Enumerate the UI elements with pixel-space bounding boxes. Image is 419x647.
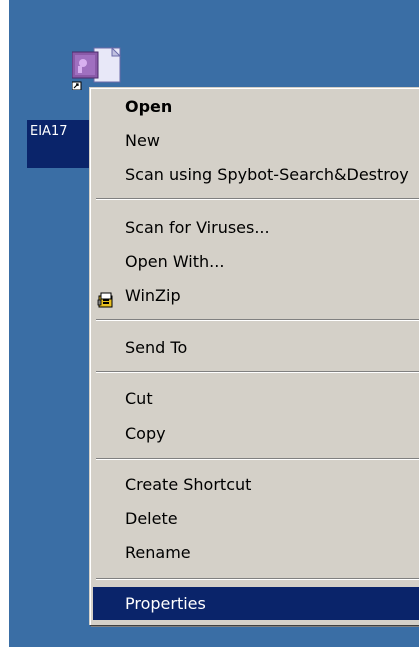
menu-separator (96, 198, 419, 200)
menu-item-send-to[interactable]: Send To (93, 331, 419, 364)
menu-item-open-with-label: Open With... (125, 252, 225, 271)
menu-item-open-with[interactable]: Open With... (93, 245, 419, 278)
menu-item-open-label: Open (125, 97, 173, 116)
menu-item-cut-label: Cut (125, 389, 153, 408)
menu-item-scan-spybot-label: Scan using Spybot-Search&Destroy (125, 165, 409, 184)
menu-item-send-to-label: Send To (125, 338, 188, 357)
menu-item-cut[interactable]: Cut (93, 382, 419, 415)
desktop-icon-label-text: EIA17 (30, 124, 68, 139)
menu-item-copy-label: Copy (125, 424, 166, 443)
menu-item-scan-spybot[interactable]: Scan using Spybot-Search&Destroy (93, 158, 419, 191)
menu-item-scan-viruses-label: Scan for Viruses... (125, 218, 270, 237)
menu-item-winzip[interactable]: WinZip (93, 279, 419, 312)
menu-item-open[interactable]: Open (93, 90, 419, 123)
menu-item-properties[interactable]: Properties (93, 587, 419, 620)
menu-item-delete[interactable]: Delete (93, 502, 419, 535)
menu-item-properties-label: Properties (125, 594, 206, 613)
menu-separator (96, 319, 419, 321)
desktop-shortcut-icon[interactable] (71, 44, 132, 91)
menu-separator (96, 458, 419, 460)
desktop-icon-label[interactable]: EIA17 (27, 120, 97, 168)
menu-item-new[interactable]: New (93, 124, 419, 157)
menu-separator (96, 371, 419, 373)
menu-item-copy[interactable]: Copy (93, 417, 419, 450)
context-menu: Open New Scan using Spybot-Search&Destro… (89, 87, 419, 625)
menu-item-create-shortcut[interactable]: Create Shortcut (93, 468, 419, 501)
winzip-icon (97, 287, 115, 308)
menu-item-winzip-label: WinZip (125, 286, 181, 305)
menu-item-new-label: New (125, 131, 160, 150)
menu-item-scan-viruses[interactable]: Scan for Viruses... (93, 211, 419, 244)
menu-separator (96, 578, 419, 580)
menu-item-create-shortcut-label: Create Shortcut (125, 475, 252, 494)
menu-item-delete-label: Delete (125, 509, 178, 528)
menu-item-rename[interactable]: Rename (93, 536, 419, 569)
menu-item-rename-label: Rename (125, 543, 191, 562)
